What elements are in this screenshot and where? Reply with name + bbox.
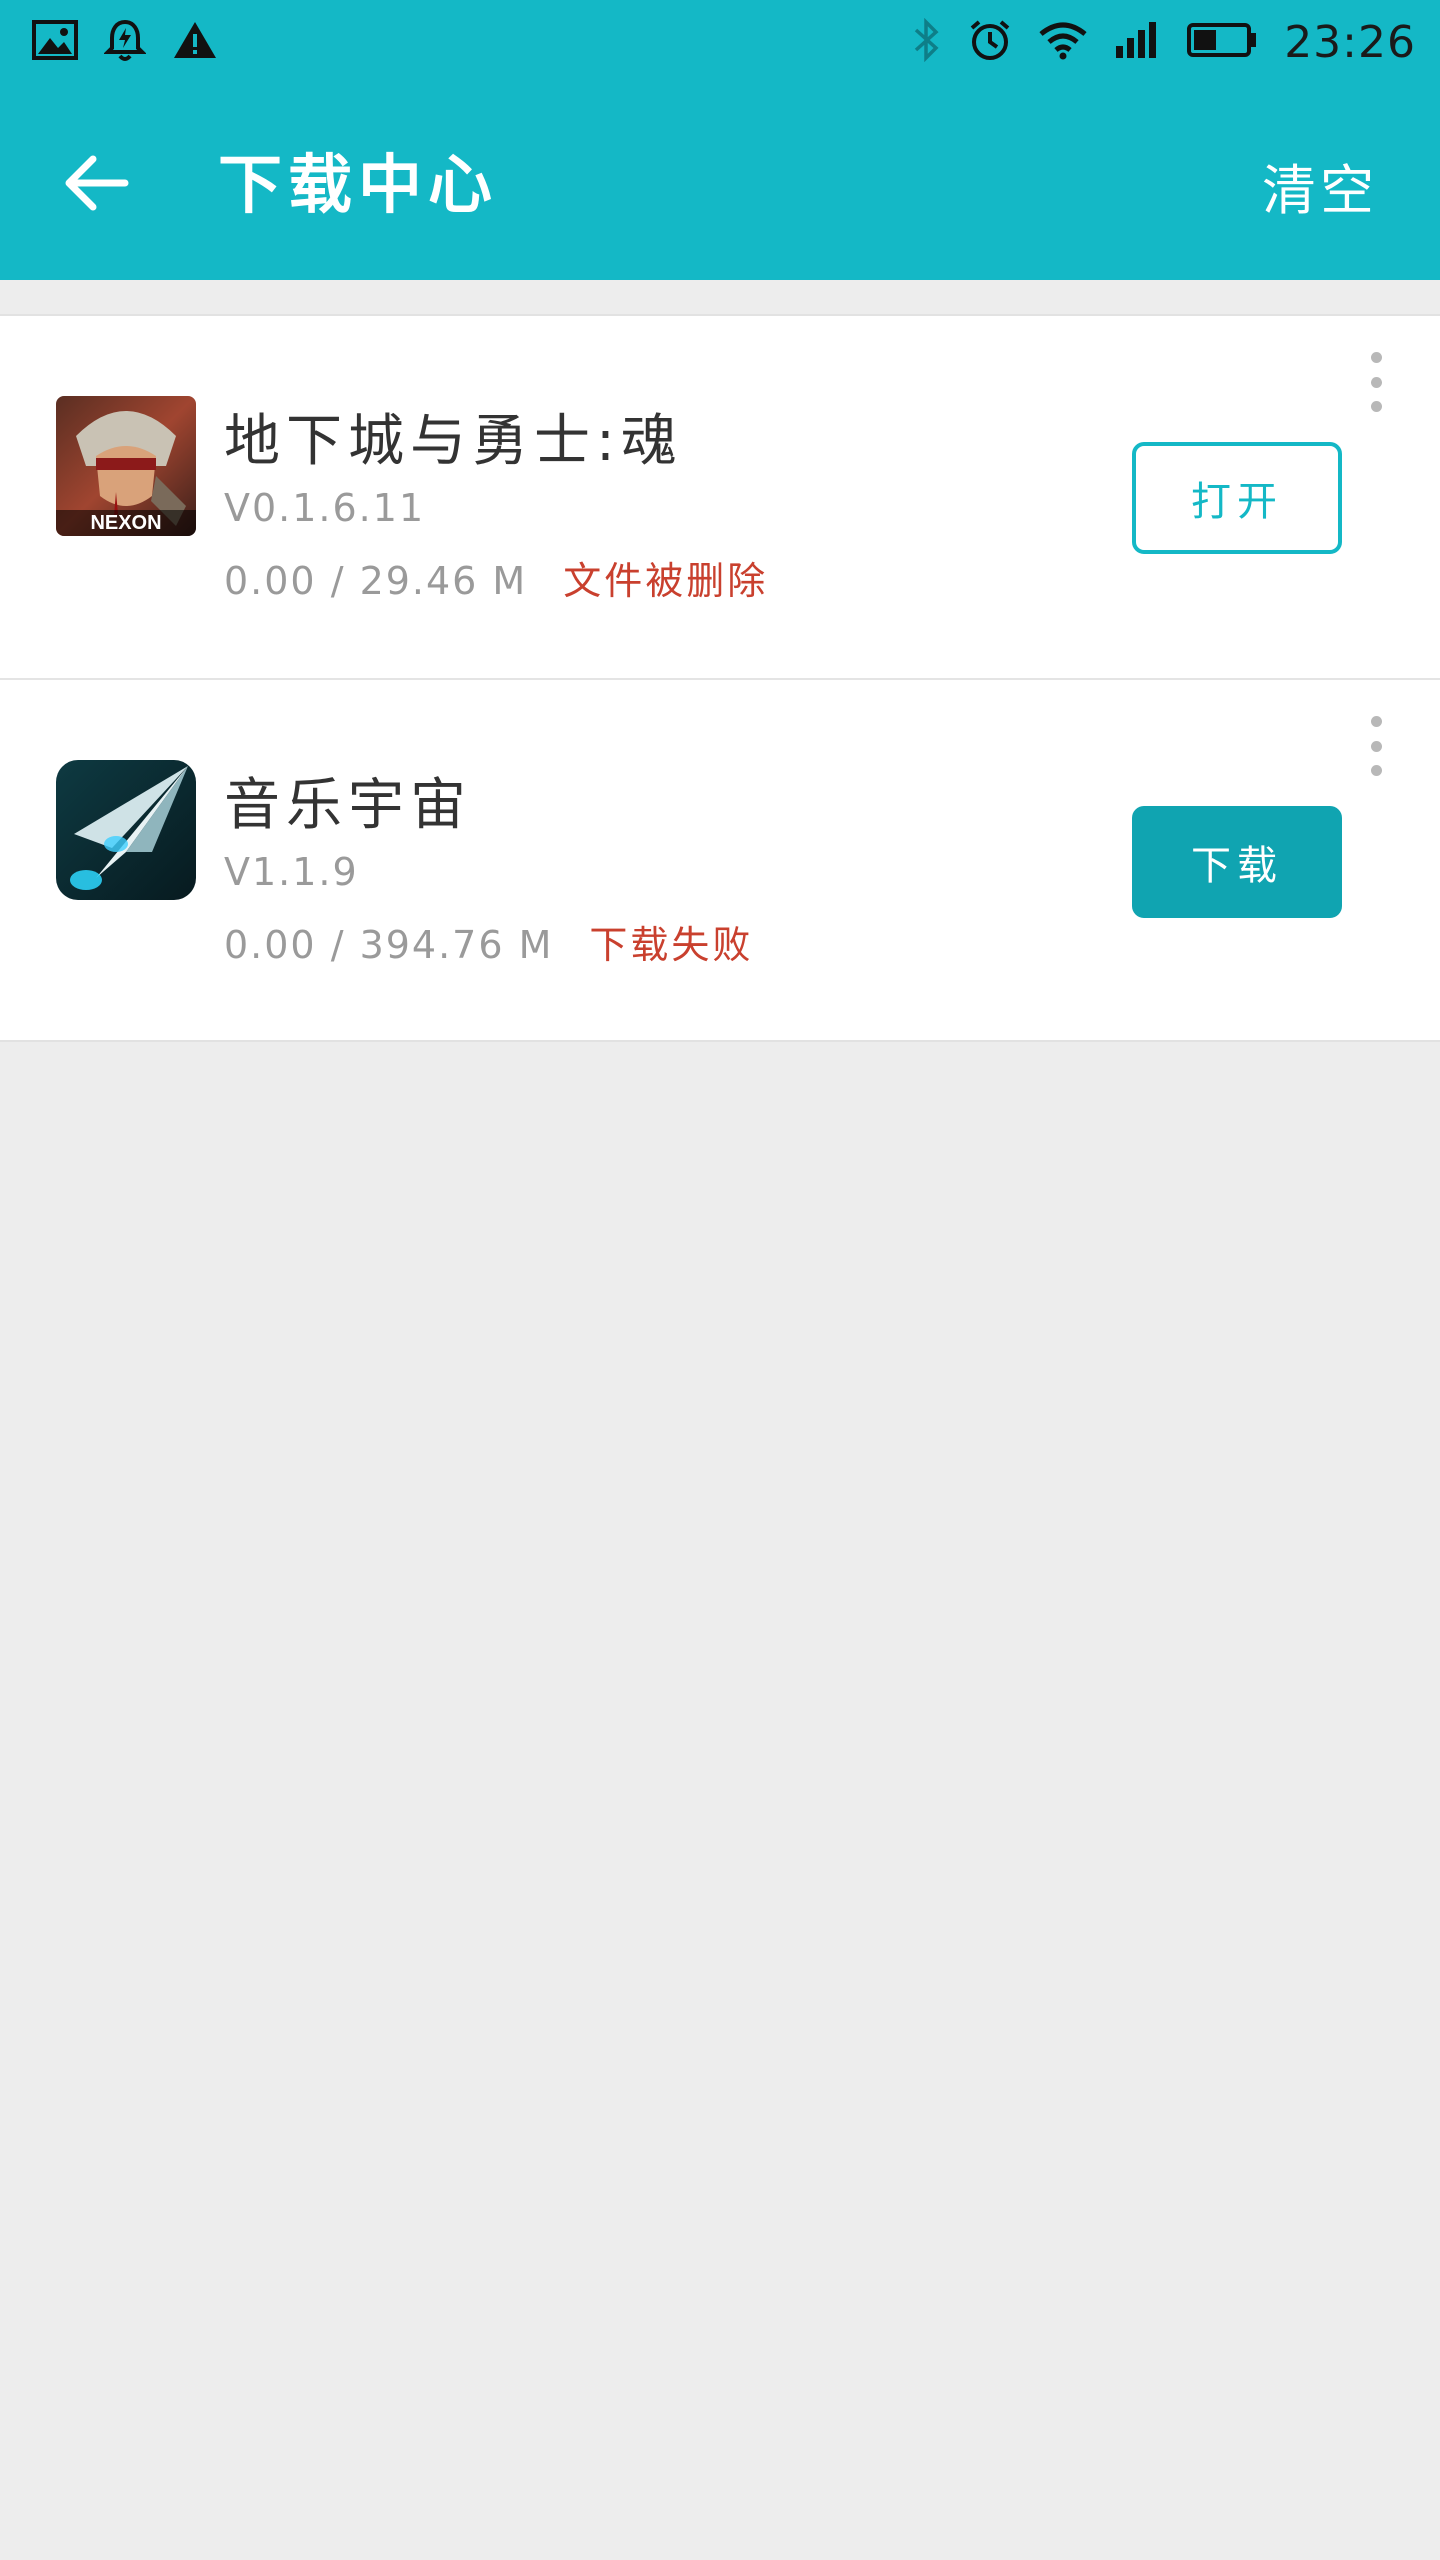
status-time: 23:26 — [1284, 16, 1416, 68]
back-arrow-icon — [65, 155, 129, 215]
alarm-bell-icon — [103, 18, 147, 66]
clear-button[interactable]: 清空 — [1262, 146, 1378, 225]
item-name: 音乐宇宙 — [224, 773, 472, 838]
item-progress: 0.00 / 29.46 M 文件被删除 — [224, 550, 768, 605]
download-item: 音乐宇宙 V1.1.9 0.00 / 394.76 M 下载失败 下载 — [0, 678, 1440, 1040]
wifi-icon — [1038, 20, 1088, 64]
more-options-icon[interactable] — [1364, 352, 1388, 412]
item-version: V1.1.9 — [224, 850, 359, 894]
alarm-clock-icon — [968, 18, 1012, 66]
bluetooth-icon — [912, 17, 942, 66]
status-bar: 23:26 — [0, 0, 1440, 84]
page-title: 下载中心 — [218, 149, 498, 223]
music-universe-app-icon — [56, 760, 196, 900]
status-right-icons: 23:26 — [912, 17, 1416, 68]
download-list: NEXON 地下城与勇士:魂 V0.1.6.11 0.00 / 29.46 M … — [0, 314, 1440, 1042]
item-progress: 0.00 / 394.76 M 下载失败 — [224, 914, 753, 969]
dungeon-fighter-app-icon: NEXON — [56, 396, 196, 536]
download-item: NEXON 地下城与勇士:魂 V0.1.6.11 0.00 / 29.46 M … — [0, 316, 1440, 678]
app-bar: 下载中心 清空 — [0, 84, 1440, 280]
item-status: 文件被删除 — [563, 559, 769, 603]
item-name: 地下城与勇士:魂 — [224, 409, 683, 474]
open-button[interactable]: 打开 — [1132, 442, 1342, 554]
signal-icon — [1114, 20, 1160, 64]
image-icon — [32, 20, 78, 64]
nexon-logo-text: NEXON — [90, 512, 161, 534]
download-button[interactable]: 下载 — [1132, 806, 1342, 918]
battery-icon — [1186, 20, 1258, 64]
back-button[interactable] — [52, 140, 142, 230]
warning-icon — [172, 20, 218, 64]
item-status: 下载失败 — [589, 923, 754, 967]
item-size: 0.00 / 394.76 M — [224, 923, 554, 967]
item-version: V0.1.6.11 — [224, 486, 426, 530]
status-left-icons — [32, 18, 218, 66]
more-options-icon[interactable] — [1364, 716, 1388, 776]
item-size: 0.00 / 29.46 M — [224, 559, 528, 603]
